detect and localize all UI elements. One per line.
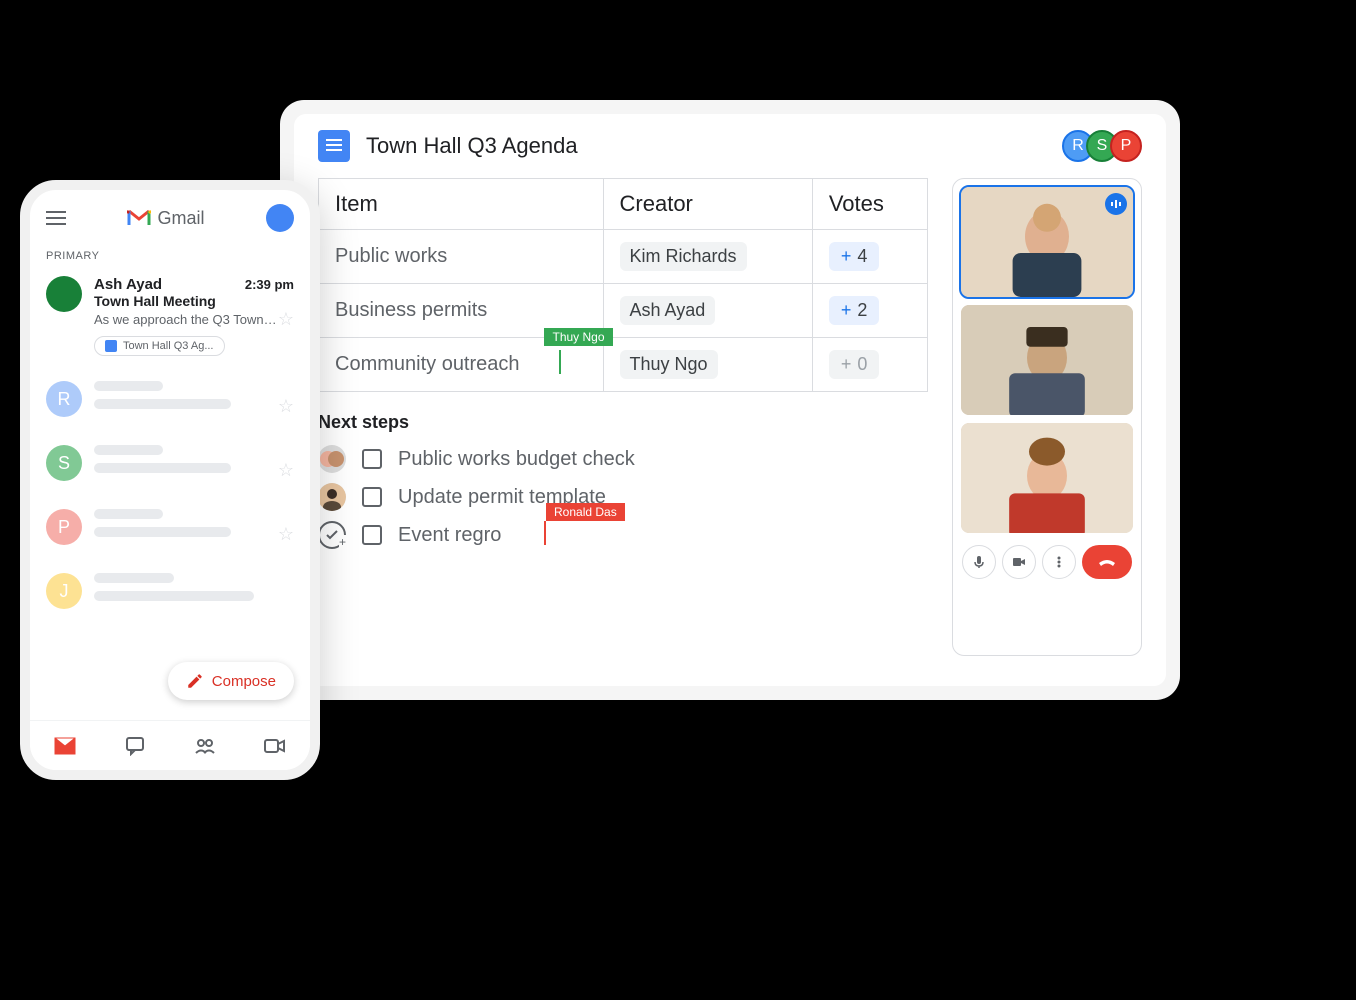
hangup-button[interactable] (1082, 545, 1132, 579)
docs-header: Town Hall Q3 Agenda R S P (294, 114, 1166, 178)
email-item[interactable]: Ash Ayad 2:39 pm Town Hall Meeting As we… (30, 266, 310, 367)
docs-title[interactable]: Town Hall Q3 Agenda (366, 133, 578, 159)
chat-tab-icon[interactable] (123, 734, 147, 758)
vote-chip[interactable]: +0 (829, 350, 880, 379)
checkbox[interactable] (362, 487, 382, 507)
item-cell[interactable]: Public works (319, 230, 604, 284)
task-text[interactable]: Event regro (398, 524, 501, 547)
menu-icon[interactable] (46, 211, 66, 225)
task-text[interactable]: Public works budget check (398, 448, 635, 471)
collaborator-cursor-green (559, 350, 561, 374)
creator-chip[interactable]: Thuy Ngo (620, 350, 718, 379)
attachment-chip[interactable]: Town Hall Q3 Ag... (94, 336, 225, 356)
task-row[interactable]: Public works budget check (318, 445, 928, 473)
agenda-table[interactable]: Item Creator Votes Public works Kim Rich… (318, 178, 928, 392)
creator-chip[interactable]: Kim Richards (620, 242, 747, 271)
meet-tab-icon[interactable] (263, 734, 287, 758)
checkbox[interactable] (362, 525, 382, 545)
email-preview: As we approach the Q3 Town Ha... (94, 312, 278, 327)
star-icon[interactable]: ☆ (278, 524, 294, 545)
compose-button[interactable]: Compose (168, 662, 294, 700)
email-subject: Town Hall Meeting (94, 293, 294, 309)
vote-chip[interactable]: +2 (829, 296, 880, 325)
next-steps-heading: Next steps (318, 412, 928, 433)
compose-label: Compose (212, 673, 276, 690)
email-time: 2:39 pm (245, 277, 294, 292)
attachment-name: Town Hall Q3 Ag... (123, 340, 214, 352)
profile-avatar[interactable] (266, 204, 294, 232)
checkbox[interactable] (362, 449, 382, 469)
plus-icon: + (841, 300, 852, 321)
gmail-bottom-nav (30, 720, 310, 770)
camera-button[interactable] (1002, 545, 1036, 579)
table-row[interactable]: Business permits Ash Ayad +2 (319, 284, 928, 338)
docs-mini-icon (105, 340, 117, 352)
laptop-device-frame: Town Hall Q3 Agenda R S P Item Creator V… (280, 100, 1180, 700)
docs-document-area[interactable]: Item Creator Votes Public works Kim Rich… (318, 178, 928, 656)
sender-avatar[interactable]: P (46, 509, 82, 545)
collaborator-cursor-red (544, 521, 546, 545)
mic-button[interactable] (962, 545, 996, 579)
gmail-m-icon (127, 209, 151, 227)
plus-icon: + (841, 354, 852, 375)
meet-controls (961, 545, 1133, 579)
star-icon[interactable]: ☆ (278, 460, 294, 481)
mail-tab-icon[interactable] (53, 734, 77, 758)
email-item-placeholder[interactable]: R ☆ (30, 367, 310, 431)
task-row[interactable]: + Event regro Ronald Das (318, 521, 928, 549)
collaborator-avatars: R S P (1070, 130, 1142, 162)
add-task-icon[interactable]: + (318, 521, 346, 549)
collaborator-avatar-p[interactable]: P (1110, 130, 1142, 162)
meet-sidebar (952, 178, 1142, 656)
gmail-brand-text: Gmail (157, 208, 204, 229)
primary-tab-label[interactable]: PRIMARY (30, 246, 310, 266)
meet-participant-tile[interactable] (961, 305, 1133, 415)
email-item-placeholder[interactable]: S ☆ (30, 431, 310, 495)
email-item-placeholder[interactable]: J (30, 559, 310, 623)
meet-participant-tile[interactable] (961, 423, 1133, 533)
gmail-logo[interactable]: Gmail (127, 208, 204, 229)
table-header-votes: Votes (812, 179, 927, 230)
pencil-icon (186, 672, 204, 690)
vote-chip[interactable]: +4 (829, 242, 880, 271)
assignee-avatar[interactable] (318, 445, 346, 473)
sender-avatar[interactable]: S (46, 445, 82, 481)
assignee-avatar[interactable] (318, 483, 346, 511)
table-header-creator: Creator (603, 179, 812, 230)
docs-app: Town Hall Q3 Agenda R S P Item Creator V… (294, 114, 1166, 686)
sender-avatar[interactable] (46, 276, 82, 312)
item-cell[interactable]: Community outreach Thuy Ngo (319, 338, 604, 392)
star-icon[interactable]: ☆ (278, 396, 294, 417)
meet-participant-tile[interactable] (961, 187, 1133, 297)
gmail-header: Gmail (30, 190, 310, 246)
spaces-tab-icon[interactable] (193, 734, 217, 758)
collaborator-cursor-label-red: Ronald Das (546, 503, 625, 521)
speaking-indicator-icon (1105, 193, 1127, 215)
collaborator-cursor-label-green: Thuy Ngo (544, 328, 612, 346)
sender-avatar[interactable]: J (46, 573, 82, 609)
phone-device-frame: Gmail PRIMARY Ash Ayad 2:39 pm Town Hall… (20, 180, 320, 780)
docs-icon (318, 130, 350, 162)
email-item-placeholder[interactable]: P ☆ (30, 495, 310, 559)
more-options-button[interactable] (1042, 545, 1076, 579)
plus-icon: + (841, 246, 852, 267)
creator-chip[interactable]: Ash Ayad (620, 296, 716, 325)
table-row[interactable]: Community outreach Thuy Ngo Thuy Ngo +0 (319, 338, 928, 392)
star-icon[interactable]: ☆ (278, 309, 294, 330)
email-sender: Ash Ayad (94, 276, 162, 293)
sender-avatar[interactable]: R (46, 381, 82, 417)
table-header-item: Item (319, 179, 604, 230)
table-row[interactable]: Public works Kim Richards +4 (319, 230, 928, 284)
